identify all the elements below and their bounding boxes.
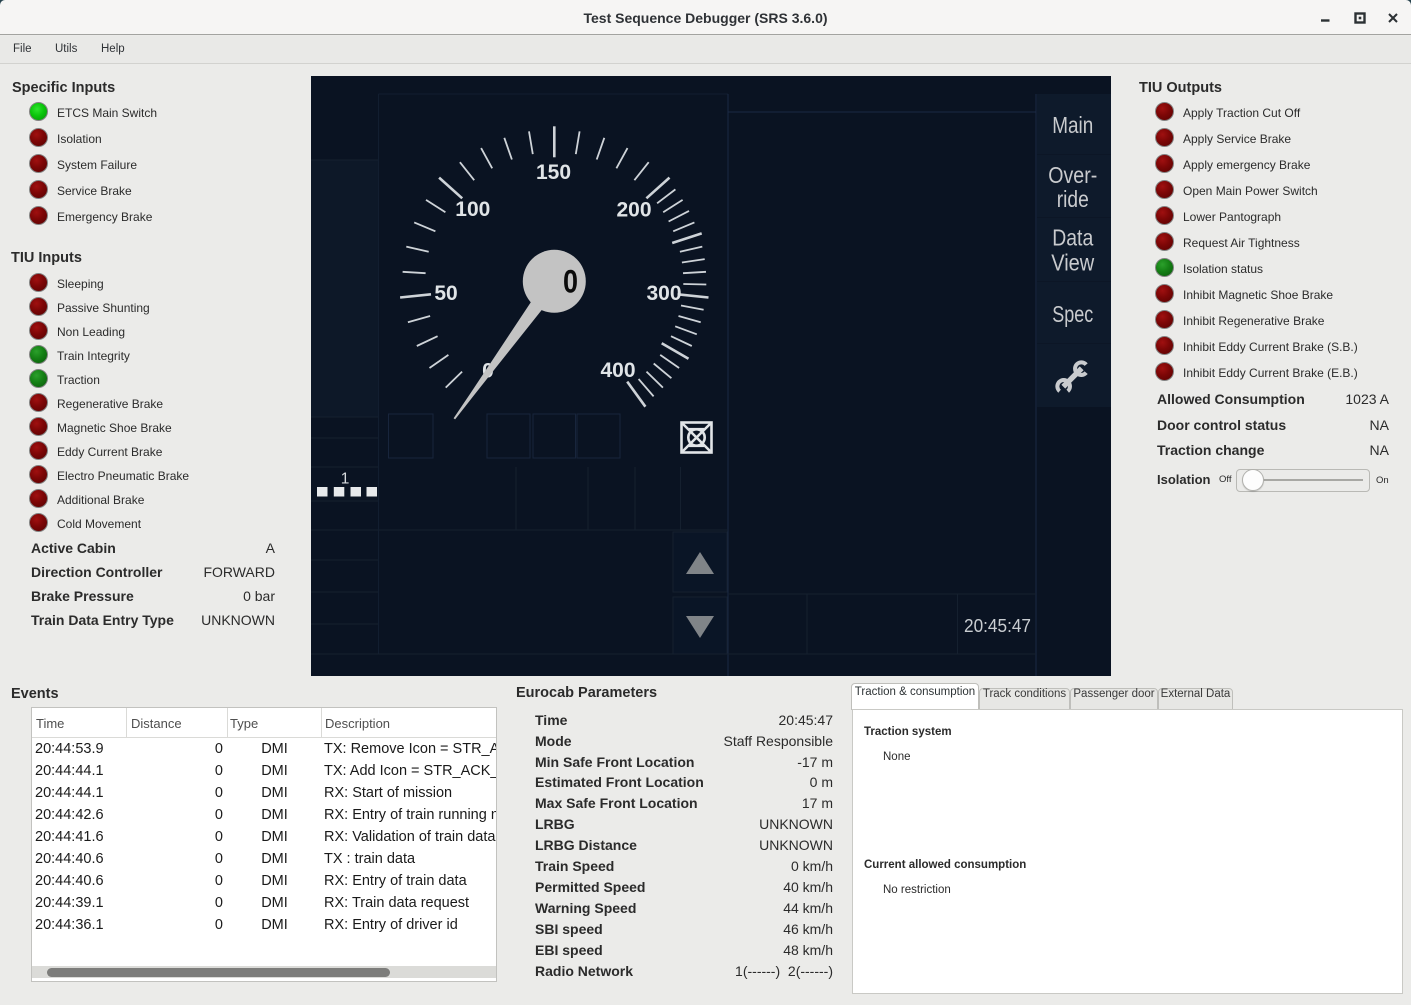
svg-text:0: 0 [563,264,578,300]
svg-text:Main: Main [1052,112,1093,138]
svg-text:200: 200 [616,199,651,222]
svg-text:Data: Data [1052,225,1093,251]
svg-text:ride: ride [1057,186,1089,212]
svg-text:1: 1 [341,471,350,488]
svg-text:150: 150 [536,161,571,184]
svg-text:View: View [1051,250,1094,276]
svg-text:400: 400 [600,359,635,382]
svg-text:20:45:47: 20:45:47 [964,616,1031,636]
svg-text:300: 300 [646,282,681,305]
svg-text:Over-: Over- [1048,162,1097,188]
svg-text:50: 50 [434,282,457,305]
svg-text:Spec: Spec [1052,301,1093,327]
svg-text:100: 100 [455,198,490,221]
